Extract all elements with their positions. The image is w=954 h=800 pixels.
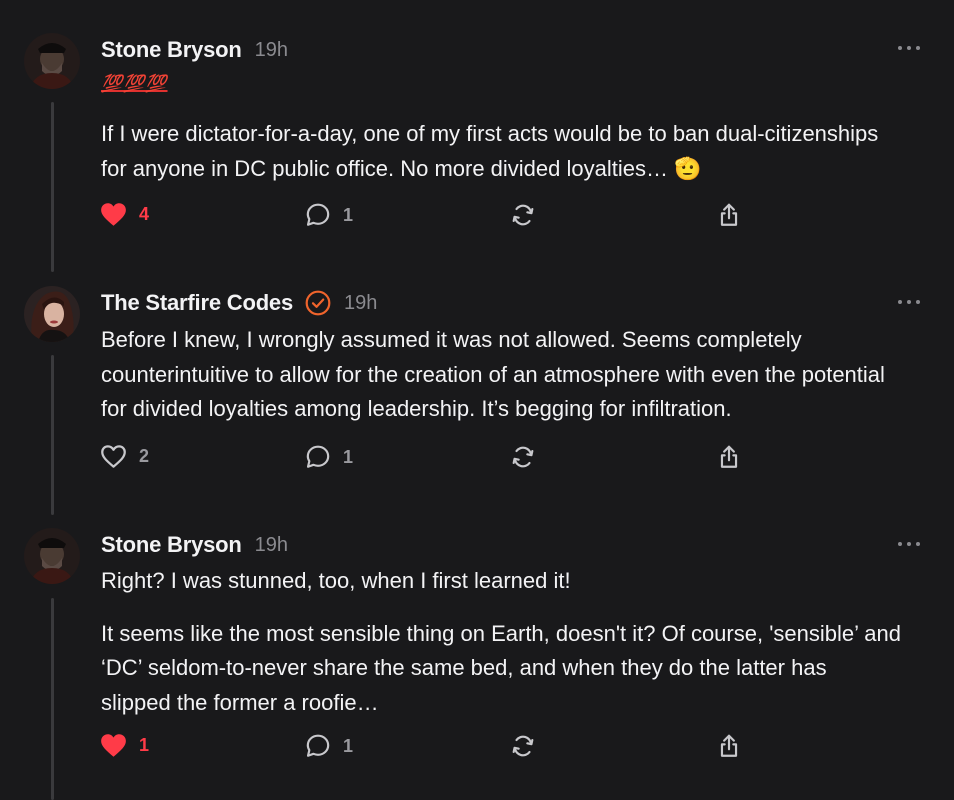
repost-icon <box>512 735 534 757</box>
reply-button[interactable]: 1 <box>305 733 353 759</box>
repost-icon <box>512 204 534 226</box>
post-time[interactable]: 19h <box>344 292 377 315</box>
like-count: 2 <box>139 446 150 466</box>
post-body: If I were dictator-for-a-day, one of my … <box>101 117 901 186</box>
author-name[interactable]: Stone Bryson <box>101 532 242 558</box>
post-paragraph: Right? I was stunned, too, when I first … <box>101 568 571 593</box>
post-paragraph: Before I knew, I wrongly assumed it was … <box>101 327 885 421</box>
more-options-icon[interactable] <box>896 292 922 312</box>
share-button[interactable] <box>716 444 742 470</box>
avatar-stone-bryson[interactable] <box>24 528 80 584</box>
hundred-emoji-badge: 💯💯💯 <box>101 74 168 93</box>
author-name[interactable]: The Starfire Codes <box>101 290 293 316</box>
share-icon <box>720 445 738 468</box>
like-count: 1 <box>139 735 150 755</box>
repost-button[interactable] <box>510 202 536 228</box>
reply-count: 1 <box>343 204 354 225</box>
avatar-the-starfire-codes[interactable] <box>24 286 80 342</box>
post-header: Stone Bryson 19h <box>101 532 288 558</box>
reply-button[interactable]: 1 <box>305 444 353 470</box>
comment-icon <box>306 203 330 226</box>
comment-icon <box>306 734 330 757</box>
share-button[interactable] <box>716 733 742 759</box>
post-body: Right? I was stunned, too, when I first … <box>101 564 901 720</box>
reply-button[interactable]: 1 <box>305 202 353 228</box>
like-button[interactable]: 2 <box>100 444 149 469</box>
repost-icon <box>512 446 534 468</box>
more-options-icon[interactable] <box>896 534 922 554</box>
thread-line <box>51 598 54 800</box>
like-count: 4 <box>139 204 150 224</box>
post-header: Stone Bryson 19h <box>101 37 288 63</box>
heart-outline-icon <box>101 445 126 468</box>
comment-icon <box>306 445 330 468</box>
share-button[interactable] <box>716 202 742 228</box>
like-button[interactable]: 1 <box>100 733 149 758</box>
avatar-stone-bryson[interactable] <box>24 33 80 89</box>
heart-filled-icon <box>101 734 126 757</box>
post-header: The Starfire Codes 19h <box>101 290 377 316</box>
post-time[interactable]: 19h <box>255 534 288 557</box>
thread-line <box>51 102 54 272</box>
heart-filled-icon <box>101 203 126 226</box>
repost-button[interactable] <box>510 444 536 470</box>
like-button[interactable]: 4 <box>100 202 149 227</box>
more-options-icon[interactable] <box>896 38 922 58</box>
repost-button[interactable] <box>510 733 536 759</box>
post-body: Before I knew, I wrongly assumed it was … <box>101 323 901 427</box>
author-name[interactable]: Stone Bryson <box>101 37 242 63</box>
verified-badge-icon <box>305 290 331 316</box>
share-icon <box>720 203 738 226</box>
reply-count: 1 <box>343 446 354 467</box>
thread-line <box>51 355 54 515</box>
post-paragraph: It seems like the most sensible thing on… <box>101 620 902 715</box>
post-time[interactable]: 19h <box>255 39 288 62</box>
reply-count: 1 <box>343 735 354 756</box>
share-icon <box>720 734 738 757</box>
post-paragraph: If I were dictator-for-a-day, one of my … <box>101 121 879 181</box>
